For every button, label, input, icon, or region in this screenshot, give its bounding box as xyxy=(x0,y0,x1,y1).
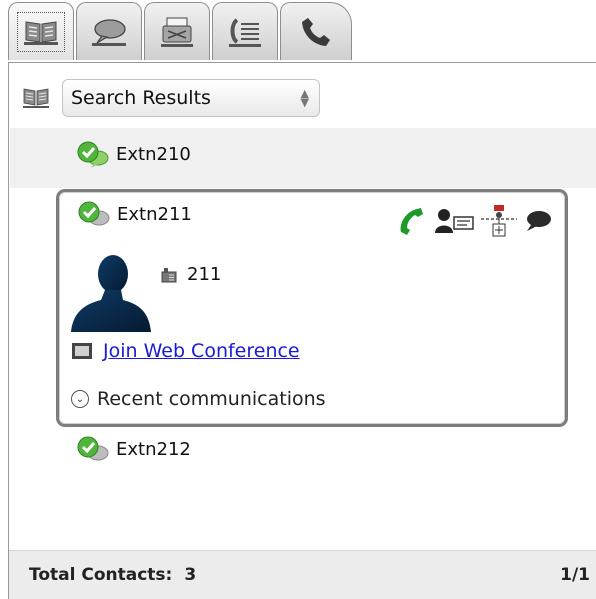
list-item[interactable]: Extn212 xyxy=(76,435,191,463)
contact-name: Extn210 xyxy=(116,143,191,165)
extension-number: 211 xyxy=(187,264,222,285)
org-chart-icon[interactable] xyxy=(481,204,517,238)
tab-contacts[interactable] xyxy=(8,2,74,60)
chat-bubble-icon xyxy=(92,18,126,46)
presence-available-chat-icon xyxy=(78,201,110,226)
web-conference-icon xyxy=(72,343,92,359)
tab-fax[interactable] xyxy=(144,2,210,60)
tab-call-log[interactable] xyxy=(212,2,278,60)
total-contacts-label: Total Contacts: xyxy=(29,565,173,585)
total-contacts-count: 3 xyxy=(184,565,197,585)
tab-phone[interactable] xyxy=(280,2,352,60)
contact-header[interactable]: Extn211 xyxy=(77,200,192,228)
join-web-conference-link[interactable]: Join Web Conference xyxy=(103,340,300,362)
instant-message-icon[interactable] xyxy=(523,208,553,234)
contacts-book-icon xyxy=(24,20,58,45)
tab-strip xyxy=(0,0,596,64)
contacts-book-icon xyxy=(23,88,49,108)
presence-available-chat-icon xyxy=(77,436,109,461)
search-source-dropdown[interactable]: Search Results ▲ ▼ xyxy=(62,79,320,117)
contact-name: Extn211 xyxy=(117,203,192,225)
person-silhouette-icon xyxy=(71,255,151,332)
contact-card: Extn211 211 Join Web Conference ⌄ Recent… xyxy=(56,189,568,427)
call-phone-icon[interactable] xyxy=(395,206,429,236)
contact-name: Extn212 xyxy=(116,438,191,460)
contact-actions xyxy=(395,204,553,238)
contact-card-icon[interactable] xyxy=(435,207,475,235)
tab-chat[interactable] xyxy=(76,2,142,60)
phone-icon xyxy=(302,17,330,46)
extension-line: 211 xyxy=(161,264,221,285)
web-conference-line: Join Web Conference xyxy=(71,340,300,362)
recent-communications-toggle[interactable]: ⌄ Recent communications xyxy=(71,388,326,410)
status-footer: Total Contacts: 3 1/1 xyxy=(9,550,596,599)
dropdown-value: Search Results xyxy=(71,87,211,109)
call-log-icon xyxy=(229,17,261,47)
chevron-down-icon: ⌄ xyxy=(71,390,89,408)
list-item[interactable]: Extn210 xyxy=(76,140,191,168)
updown-arrows-icon: ▲ ▼ xyxy=(300,87,309,109)
recent-communications-label: Recent communications xyxy=(97,388,326,410)
avatar xyxy=(71,250,153,332)
desk-phone-icon xyxy=(161,267,177,282)
total-contacts: Total Contacts: 3 xyxy=(29,565,196,585)
search-row: Search Results ▲ ▼ xyxy=(22,78,320,118)
page-indicator: 1/1 xyxy=(560,565,590,585)
fax-icon xyxy=(161,17,193,47)
presence-available-chat-icon xyxy=(77,141,109,168)
